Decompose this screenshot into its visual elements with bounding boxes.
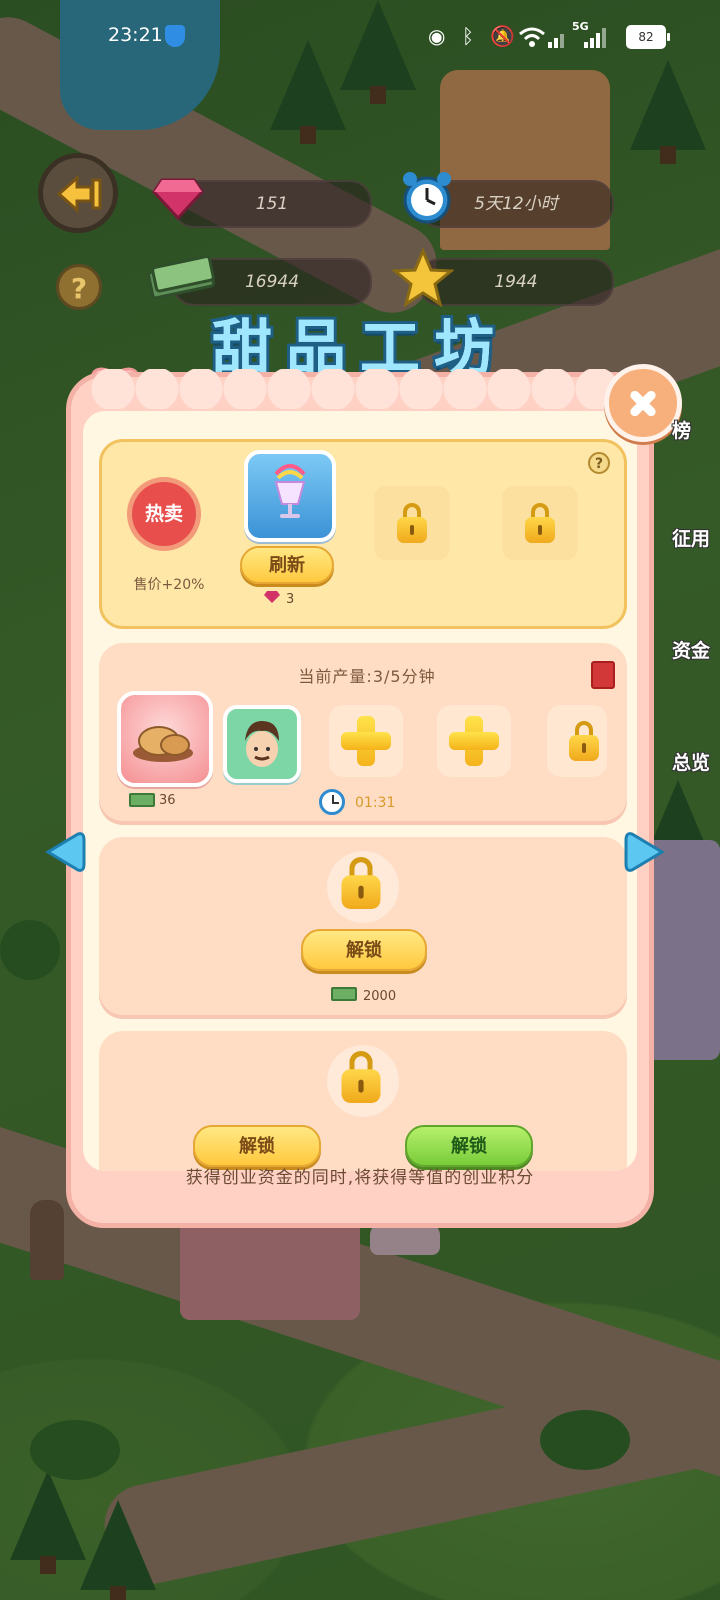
panel-scallop-border: [91, 369, 631, 409]
alarm-clock-icon: [403, 172, 451, 224]
locked-slot[interactable]: [502, 486, 578, 560]
refresh-cost: 3: [286, 592, 295, 607]
chef-avatar: [245, 721, 279, 767]
eye-icon: ◉: [428, 24, 446, 48]
gem-icon: [152, 178, 204, 220]
production-timer: 01:31: [355, 795, 396, 811]
locked-slot[interactable]: [374, 486, 450, 560]
hot-sale-card: ? 热卖 售价+20% 刷新 3: [99, 439, 627, 629]
star-count: 1944: [494, 272, 538, 292]
unlock-button-alt[interactable]: 解锁: [405, 1125, 533, 1167]
side-menu-overview[interactable]: 总览: [672, 748, 710, 775]
panel-content: ? 热卖 售价+20% 刷新 3 当前产量:3/5分钟 36 01:31 解锁 …: [83, 411, 637, 1171]
recipe-book-icon[interactable]: [591, 661, 615, 689]
side-menu-leaderboard[interactable]: 榜: [672, 416, 691, 443]
hot-sale-badge: 热卖: [132, 482, 196, 546]
mute-bell-icon: 🔕: [490, 24, 515, 48]
add-staff-slot[interactable]: [329, 705, 403, 777]
refresh-button[interactable]: 刷新: [240, 546, 334, 584]
production-heading: 当前产量:3/5分钟: [298, 667, 436, 686]
right-arrow-icon[interactable]: [624, 830, 666, 874]
lock-icon: [525, 503, 555, 543]
star-icon: [392, 248, 454, 308]
battery-level: 82: [638, 30, 654, 44]
side-menu-recruit[interactable]: 征用: [672, 524, 710, 551]
product-slot[interactable]: [117, 691, 213, 787]
parfait-icon: [274, 464, 306, 518]
staff-slot[interactable]: [223, 705, 301, 783]
unlock-button-cash[interactable]: 解锁: [193, 1125, 321, 1167]
gem-count: 151: [255, 194, 289, 214]
bottom-note: 获得创业资金的同时,将获得等值的创业积分: [185, 1168, 535, 1188]
gem-icon: [264, 591, 280, 603]
battery-indicator: 82: [626, 25, 670, 49]
lock-badge: [327, 851, 399, 923]
add-staff-slot[interactable]: [437, 705, 511, 777]
signal-icon: [584, 26, 614, 48]
back-button[interactable]: [38, 153, 118, 233]
plus-icon: [449, 716, 499, 766]
event-timer-text: 5天12小时: [474, 194, 558, 214]
dessert-workshop-panel: ? 热卖 售价+20% 刷新 3 当前产量:3/5分钟 36 01:31 解锁 …: [66, 369, 654, 1228]
product-earn: 36: [159, 793, 176, 808]
hot-sale-help-button[interactable]: ?: [588, 452, 610, 474]
lock-icon: [397, 503, 427, 543]
shield-icon: [165, 25, 185, 47]
bread-icon: [133, 726, 193, 762]
unlock-button[interactable]: 解锁: [301, 929, 427, 971]
status-time: 23:21: [108, 24, 163, 46]
locked-production-line: 解锁 解锁: [99, 1031, 627, 1171]
locked-production-line: 解锁 2000: [99, 837, 627, 1015]
lock-icon: [569, 721, 599, 761]
cash-icon: [129, 793, 155, 807]
bluetooth-icon: ᛒ: [462, 24, 474, 48]
status-bar: 23:21 ◉ ᛒ 🔕 5G 82: [0, 0, 720, 72]
back-icon: [56, 174, 102, 214]
price-bonus-label: 售价+20%: [133, 577, 205, 593]
lock-badge: [327, 1045, 399, 1117]
wifi-icon: [519, 27, 545, 47]
lock-icon: [341, 1051, 381, 1103]
hot-dessert-slot[interactable]: [244, 450, 336, 542]
close-button[interactable]: [604, 364, 682, 442]
cash-count: 16944: [244, 272, 300, 292]
side-menu-funds[interactable]: 资金: [672, 636, 710, 663]
locked-staff-slot[interactable]: [547, 705, 607, 777]
plus-icon: [341, 716, 391, 766]
production-card: 当前产量:3/5分钟 36 01:31: [99, 643, 627, 821]
left-arrow-icon[interactable]: [44, 830, 86, 874]
alarm-clock-icon: [319, 789, 345, 815]
cash-icon: [331, 987, 357, 1001]
lock-icon: [341, 857, 381, 909]
unlock-cost: 2000: [363, 989, 397, 1004]
cash-icon: [147, 255, 215, 300]
